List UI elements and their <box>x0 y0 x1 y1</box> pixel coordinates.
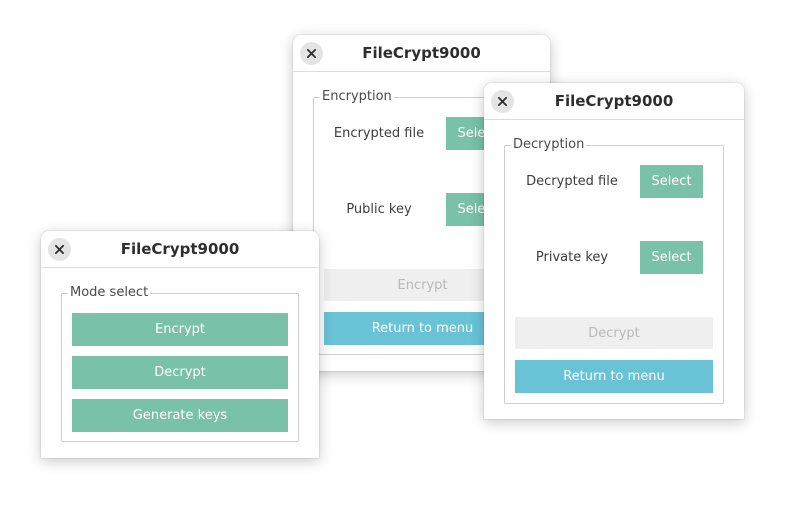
decrypt-window-title: FileCrypt9000 <box>554 92 674 110</box>
menu-window-title: FileCrypt9000 <box>120 240 240 258</box>
encrypt-window-title: FileCrypt9000 <box>362 44 481 62</box>
menu-encrypt-button[interactable]: Encrypt <box>72 313 288 346</box>
decrypt-button: Decrypt <box>515 317 713 349</box>
private-key-select-button[interactable]: Select <box>640 241 703 274</box>
decrypt-window: FileCrypt9000 Decryption Decrypted file … <box>484 83 744 419</box>
menu-generate-keys-button[interactable]: Generate keys <box>72 399 288 432</box>
decryption-group-label: Decryption <box>511 137 587 153</box>
encryption-group-label: Encryption <box>320 89 394 105</box>
public-key-label: Public key <box>346 202 412 217</box>
encrypt-window-titlebar: FileCrypt9000 <box>293 35 550 72</box>
decrypted-file-select-button[interactable]: Select <box>640 165 703 198</box>
decrypted-file-label: Decrypted file <box>526 174 618 189</box>
mode-select-group-label: Mode select <box>68 285 151 301</box>
menu-decrypt-button[interactable]: Decrypt <box>72 356 288 389</box>
private-key-label: Private key <box>535 250 609 265</box>
decrypt-window-titlebar: FileCrypt9000 <box>484 83 744 120</box>
menu-window: FileCrypt9000 Mode select Encrypt Decryp… <box>41 231 319 458</box>
decrypt-return-to-menu-button[interactable]: Return to menu <box>515 360 713 393</box>
encrypted-file-label: Encrypted file <box>333 126 425 141</box>
menu-window-titlebar: FileCrypt9000 <box>41 231 319 268</box>
